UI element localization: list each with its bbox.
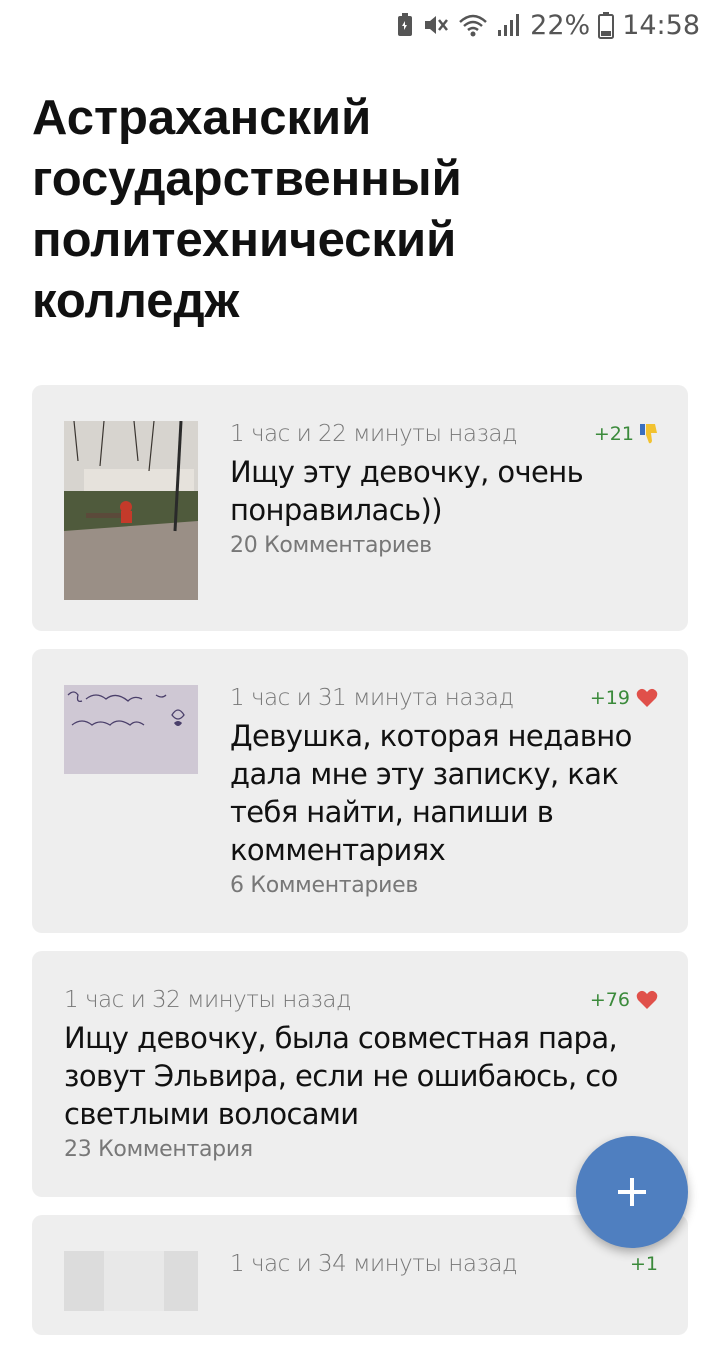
post-image[interactable] xyxy=(64,685,198,774)
wifi-icon xyxy=(459,14,488,37)
post-card[interactable]: 1 час и 31 минута назад +19 Девушка, кот… xyxy=(32,649,688,933)
score-value: +1 xyxy=(629,1253,658,1275)
score-value: +19 xyxy=(589,687,630,709)
post-card[interactable]: 1 час и 34 минуты назад +1 xyxy=(32,1215,688,1335)
battery-icon xyxy=(598,12,615,39)
post-text: Ищу девочку, была совместная пара, зовут… xyxy=(64,1021,618,1131)
page-title: Астраханский государственный политехниче… xyxy=(32,91,462,328)
post-card[interactable]: 1 час и 22 минуты назад +21 Ищу эту дево… xyxy=(32,385,688,631)
comments-count[interactable]: 20 Комментариев xyxy=(230,533,658,558)
comments-count[interactable]: 6 Комментариев xyxy=(230,873,658,898)
post-time: 1 час и 31 минута назад xyxy=(230,685,514,711)
score-value: +76 xyxy=(589,989,630,1011)
post-score[interactable]: +19 xyxy=(590,687,658,709)
signal-icon xyxy=(498,14,520,36)
post-text: Девушка, которая недавно дала мне эту за… xyxy=(230,719,632,867)
heart-icon[interactable] xyxy=(636,990,658,1010)
comments-count[interactable]: 23 Комментария xyxy=(64,1137,658,1162)
post-score[interactable]: +1 xyxy=(630,1253,658,1275)
battery-saver-icon xyxy=(398,13,413,36)
post-score[interactable]: +21 xyxy=(594,423,658,445)
clock: 14:58 xyxy=(622,9,700,41)
post-time: 1 час и 32 минуты назад xyxy=(64,987,352,1013)
plus-icon xyxy=(618,1178,646,1206)
post-image[interactable] xyxy=(64,1251,198,1311)
thumbs-down-icon[interactable] xyxy=(640,424,658,444)
post-time: 1 час и 34 минуты назад xyxy=(230,1251,518,1277)
heart-icon[interactable] xyxy=(636,688,658,708)
status-bar: 22% 14:58 xyxy=(0,0,720,50)
mute-icon xyxy=(425,16,449,34)
battery-percentage: 22% xyxy=(530,9,591,41)
score-value: +21 xyxy=(593,423,634,445)
add-post-button[interactable] xyxy=(576,1136,688,1248)
post-time: 1 час и 22 минуты назад xyxy=(230,421,518,447)
post-text: Ищу эту девочку, очень понравилась)) xyxy=(230,455,584,527)
post-score[interactable]: +76 xyxy=(590,989,658,1011)
post-image[interactable] xyxy=(64,421,198,600)
